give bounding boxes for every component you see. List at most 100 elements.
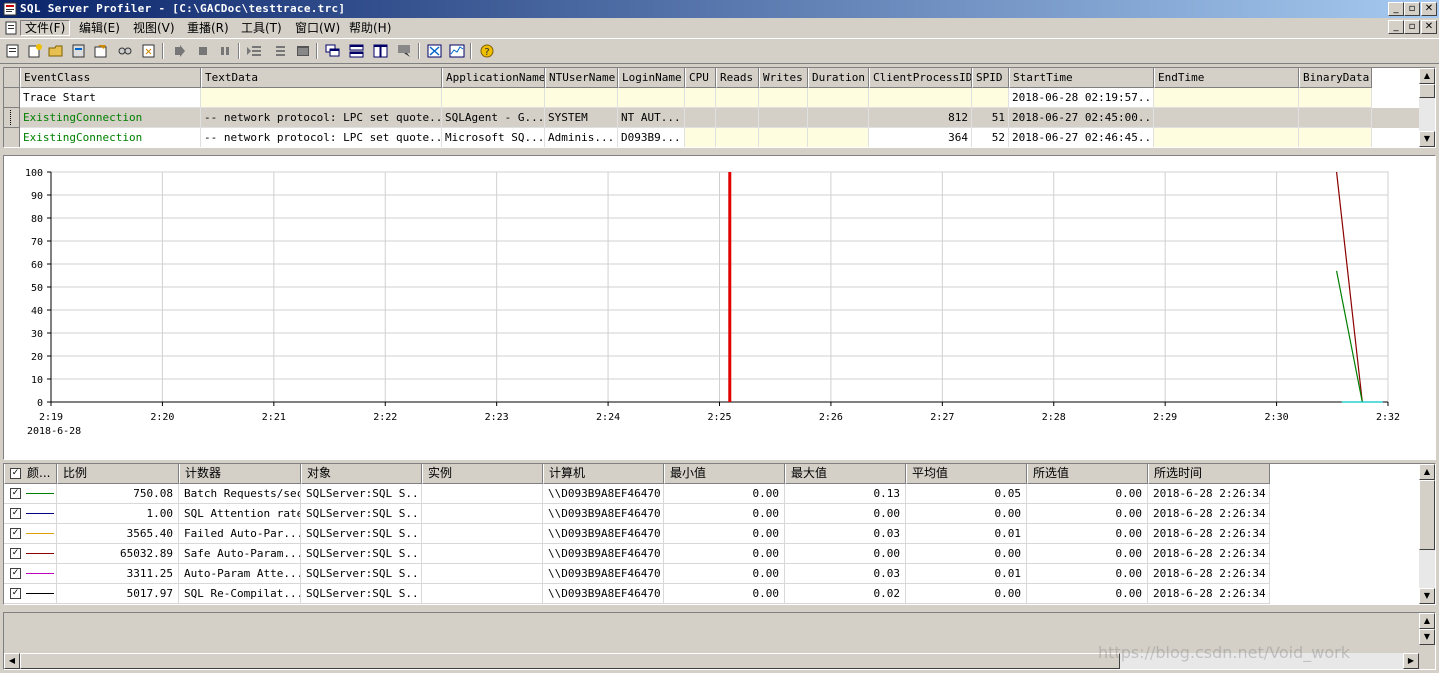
menu-bar: 文件(F) 编辑(E) 视图(V) 重播(R) 工具(T) 窗口(W) 帮助(H… [0,18,1439,38]
menu-tools[interactable]: 工具(T) [237,20,286,36]
counter-row[interactable]: ✓ 65032.89 Safe Auto-Param... SQLServer:SQL… [4,544,1270,564]
cell-max: 0.00 [785,544,906,564]
table-row[interactable]: Trace Start 2018-06-28 02:19:57... [4,88,1420,108]
col-header-writes[interactable]: Writes [759,68,808,88]
step-icon[interactable] [246,43,264,59]
col-header-cpu[interactable]: CPU [685,68,716,88]
run-to-cursor-icon[interactable] [270,43,288,59]
tile-horizontal-icon[interactable] [348,43,366,59]
col-header-avg[interactable]: 平均值 [906,464,1027,484]
cascade-icon[interactable] [324,43,342,59]
close-button[interactable]: ✕ [1421,2,1437,16]
counter-row[interactable]: ✓ 750.08 Batch Requests/sec SQLServer:SQL S… [4,484,1270,504]
stop-trace-icon[interactable] [194,43,212,59]
col-header-reads[interactable]: Reads [716,68,759,88]
col-header-max[interactable]: 最大值 [785,464,906,484]
clear-window-icon[interactable] [140,43,158,59]
col-header-duration[interactable]: Duration [808,68,869,88]
cell-avg: 0.01 [906,564,1027,584]
select-all-checkbox[interactable]: ✓ [10,468,21,479]
cell-object: SQLServer:SQL S... [301,504,422,524]
table-row-selected[interactable]: ExistingConnection -- network protocol: … [4,108,1420,128]
col-header-endtime[interactable]: EndTime [1154,68,1299,88]
cell-scale: 65032.89 [57,544,179,564]
performance-monitor-icon[interactable] [448,43,466,59]
child-minimize-button[interactable]: _ [1388,20,1404,34]
col-header-selected-value[interactable]: 所选值 [1027,464,1148,484]
scroll-up-button[interactable]: ▲ [1419,613,1435,629]
pause-trace-icon[interactable] [216,43,234,59]
events-vertical-scrollbar[interactable]: ▲ ▼ [1419,68,1435,147]
scroll-down-button[interactable]: ▼ [1419,629,1435,645]
cell-textdata [201,88,442,108]
row-selector[interactable] [4,88,20,108]
scroll-thumb[interactable] [20,653,1120,669]
detail-vertical-scrollbar[interactable]: ▲ ▼ [1419,613,1435,669]
cell-clientprocessid: 812 [869,108,972,128]
cell-avg: 0.05 [906,484,1027,504]
open-folder-icon[interactable] [48,43,66,59]
counter-row[interactable]: ✓ 5017.97 SQL Re-Compilat... SQLServer:SQL … [4,584,1270,604]
col-header-spid[interactable]: SPID [972,68,1009,88]
scroll-down-button[interactable]: ▼ [1419,131,1435,147]
toggle-window-icon[interactable] [294,43,312,59]
child-close-button[interactable]: ✕ [1421,20,1437,34]
scroll-thumb[interactable] [1419,480,1435,550]
properties-icon[interactable] [92,43,110,59]
col-header-starttime[interactable]: StartTime [1009,68,1154,88]
col-header-applicationname[interactable]: ApplicationName [442,68,545,88]
cell-spid [972,88,1009,108]
arrange-icons-icon[interactable] [396,43,414,59]
col-header-min[interactable]: 最小值 [664,464,785,484]
col-header-scale[interactable]: 比例 [57,464,179,484]
new-template-icon[interactable] [26,43,44,59]
counter-row[interactable]: ✓ 3311.25 Auto-Param Atte... SQLServer:SQL … [4,564,1270,584]
cell-computer: \\D093B9A8EF46470 [543,584,664,604]
child-restore-button[interactable]: ▫ [1404,20,1420,34]
new-trace-icon[interactable] [4,43,22,59]
scroll-down-button[interactable]: ▼ [1419,588,1435,604]
col-header-object[interactable]: 对象 [301,464,422,484]
scroll-up-button[interactable]: ▲ [1419,68,1435,84]
col-header-binarydata[interactable]: BinaryData [1299,68,1372,88]
col-header-instance[interactable]: 实例 [422,464,543,484]
cell-ntusername: SYSTEM [545,108,618,128]
grid-corner [4,68,20,88]
scroll-up-button[interactable]: ▲ [1419,464,1435,480]
menu-edit[interactable]: 编辑(E) [75,20,124,36]
counter-row[interactable]: ✓ 3565.40 Failed Auto-Par... SQLServer:SQL … [4,524,1270,544]
menu-view[interactable]: 视图(V) [129,20,179,36]
col-header-loginname[interactable]: LoginName [618,68,685,88]
menu-help[interactable]: 帮助(H) [345,20,395,36]
scroll-thumb[interactable] [1419,84,1435,98]
tile-vertical-icon[interactable] [372,43,390,59]
col-header-computer[interactable]: 计算机 [543,464,664,484]
row-selector[interactable] [4,128,20,147]
table-row[interactable]: ExistingConnection -- network protocol: … [4,128,1420,147]
cell-min: 0.00 [664,544,785,564]
col-header-selected-time[interactable]: 所选时间 [1148,464,1270,484]
run-trace-icon[interactable] [170,43,188,59]
counters-vertical-scrollbar[interactable]: ▲ ▼ [1419,464,1435,604]
col-header-counter[interactable]: 计数器 [179,464,301,484]
find-icon[interactable] [116,43,134,59]
scroll-right-button[interactable]: ▶ [1403,653,1419,669]
counter-row[interactable]: ✓ 1.00 SQL Attention rate SQLServer:SQL S..… [4,504,1270,524]
row-selector[interactable] [4,108,20,128]
col-header-clientprocessid[interactable]: ClientProcessID [869,68,972,88]
minimize-button[interactable]: _ [1388,2,1404,16]
query-analyzer-icon[interactable] [426,43,444,59]
scroll-left-button[interactable]: ◀ [4,653,20,669]
menu-window[interactable]: 窗口(W) [291,20,344,36]
col-header-textdata[interactable]: TextData [201,68,442,88]
open-table-icon[interactable] [70,43,88,59]
col-header-eventclass[interactable]: EventClass [20,68,201,88]
restore-button[interactable]: ▫ [1404,2,1420,16]
menu-replay[interactable]: 重播(R) [183,20,233,36]
cell-color [4,524,57,544]
col-header-ntusername[interactable]: NTUserName [545,68,618,88]
cell-writes [759,108,808,128]
document-icon[interactable] [4,21,18,35]
menu-file[interactable]: 文件(F) [20,20,71,36]
help-icon[interactable]: ? [478,43,496,59]
